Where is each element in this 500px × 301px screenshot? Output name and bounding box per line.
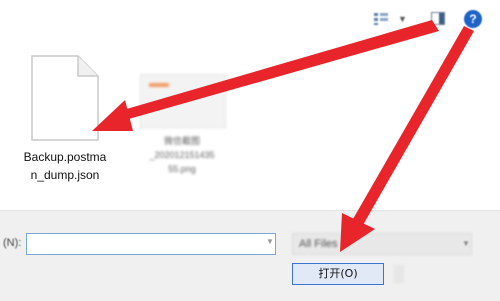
thumbnail-accent — [149, 83, 169, 87]
file-item-screenshot-png[interactable]: 微信截图 _202012151435 55.png — [130, 68, 234, 198]
chevron-down-icon[interactable]: ▼ — [398, 14, 407, 24]
chevron-down-icon[interactable]: ▼ — [462, 239, 470, 248]
cancel-button-edge — [394, 265, 404, 283]
file-name-field-label: (N): — [3, 237, 22, 249]
open-button[interactable]: 打开(O) — [292, 263, 384, 285]
file-name-label: Backup.postma n_dump.json — [23, 150, 107, 182]
file-item-backup-json[interactable]: Backup.postma n_dump.json — [6, 46, 124, 182]
preview-pane-icon[interactable] — [431, 12, 445, 25]
dialog-toolbar: ▼ ? — [0, 0, 500, 38]
file-name-input[interactable] — [26, 233, 276, 255]
file-list: Backup.postma n_dump.json 微信截图 _20201215… — [0, 38, 500, 210]
help-icon[interactable]: ? — [464, 10, 482, 28]
file-name-label: 微信截图 _202012151435 55.png — [149, 136, 215, 174]
document-icon — [31, 55, 99, 141]
view-options-icon[interactable] — [374, 13, 388, 25]
dialog-footer: (N): ▼ All Files ▼ 打开(O) — [0, 210, 500, 301]
image-thumbnail-icon — [140, 74, 226, 128]
file-type-select[interactable]: All Files — [292, 233, 472, 255]
chevron-down-icon[interactable]: ▼ — [266, 237, 274, 246]
